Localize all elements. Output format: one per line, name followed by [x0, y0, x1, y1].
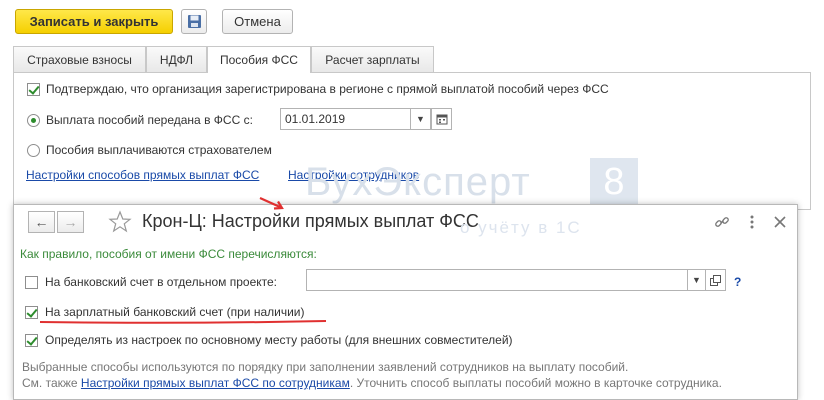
- tab-fss-benefits[interactable]: Пособия ФСС: [207, 46, 311, 73]
- open-icon: [710, 274, 721, 286]
- link-icon[interactable]: [714, 214, 730, 230]
- save-and-close-button[interactable]: Записать и закрыть: [15, 9, 173, 34]
- tab-label: Страховые взносы: [27, 52, 132, 67]
- tab-label: Пособия ФСС: [220, 53, 298, 67]
- cancel-button[interactable]: Отмена: [222, 9, 293, 34]
- option-transferred-radio[interactable]: [27, 114, 40, 127]
- watermark-digit: 8: [603, 160, 625, 203]
- watermark-logo: 8: [590, 158, 638, 206]
- bank-project-input[interactable]: [306, 269, 688, 291]
- main-workplace-checkbox[interactable]: [25, 334, 38, 347]
- red-underline-annotation: [39, 320, 327, 324]
- more-vertical-icon[interactable]: [744, 214, 760, 230]
- option-employer-label: Пособия выплачиваются страхователем: [46, 143, 272, 157]
- cancel-label: Отмена: [234, 14, 281, 29]
- note-line-2: См. также Настройки прямых выплат ФСС по…: [22, 376, 722, 390]
- tab-label: НДФЛ: [159, 52, 194, 67]
- tab-label: Расчет зарплаты: [325, 52, 420, 67]
- window-title: Крон-Ц: Настройки прямых выплат ФСС: [142, 211, 479, 231]
- transfer-date-value: 01.01.2019: [285, 112, 346, 126]
- note-line-1: Выбранные способы используются по порядк…: [22, 360, 629, 374]
- red-arrow-annotation: [259, 196, 284, 210]
- confirm-region-checkbox[interactable]: [27, 83, 40, 96]
- option-transferred-label: Выплата пособий передана в ФСС с:: [46, 113, 253, 127]
- calendar-icon: [436, 114, 447, 125]
- salary-account-checkbox[interactable]: [25, 306, 38, 319]
- option-employer-radio[interactable]: [27, 144, 40, 157]
- note-suffix: . Уточнить способ выплаты пособий можно …: [349, 376, 722, 390]
- calendar-button[interactable]: [431, 108, 452, 130]
- bank-project-label: На банковский счет в отдельном проекте:: [45, 275, 277, 289]
- bank-project-open-button[interactable]: [705, 269, 726, 291]
- star-icon[interactable]: [108, 210, 132, 234]
- chevron-down-icon: ▼: [692, 275, 701, 285]
- main-workplace-label: Определять из настроек по основному мест…: [45, 333, 513, 347]
- tab-ndfl[interactable]: НДФЛ: [146, 46, 207, 72]
- arrow-right-icon: →: [63, 214, 78, 230]
- close-icon[interactable]: [772, 214, 788, 230]
- floppy-disk-icon: [187, 15, 201, 28]
- chevron-down-icon: ▼: [416, 114, 425, 124]
- transfer-date-dropdown-button[interactable]: ▼: [410, 108, 431, 130]
- fss-settings-window: ← → Крон-Ц: Настройки прямых выплат ФСС …: [13, 204, 798, 400]
- tab-insurance-contributions[interactable]: Страховые взносы: [13, 46, 146, 72]
- tab-payroll[interactable]: Расчет зарплаты: [311, 46, 434, 72]
- save-button[interactable]: [181, 9, 207, 34]
- salary-account-label: На зарплатный банковский счет (при налич…: [45, 305, 305, 319]
- transfer-date-input[interactable]: 01.01.2019: [280, 108, 411, 130]
- help-icon[interactable]: ?: [734, 275, 741, 289]
- back-button[interactable]: ←: [28, 211, 55, 233]
- forward-button[interactable]: →: [57, 211, 84, 233]
- bank-project-checkbox[interactable]: [25, 276, 38, 289]
- payment-settings-link[interactable]: Настройки способов прямых выплат ФСС: [26, 168, 259, 182]
- watermark-subtitle: о учёту в 1С: [460, 218, 582, 237]
- note-prefix: См. также: [22, 376, 78, 390]
- intro-text: Как правило, пособия от имени ФСС перечи…: [20, 247, 317, 261]
- save-and-close-label: Записать и закрыть: [29, 14, 159, 29]
- watermark-brand: БухЭксперт: [305, 160, 531, 204]
- confirm-region-label: Подтверждаю, что организация зарегистрир…: [46, 82, 609, 96]
- bank-project-dropdown-button[interactable]: ▼: [687, 269, 706, 291]
- employee-fss-settings-link[interactable]: Настройки прямых выплат ФСС по сотрудник…: [81, 376, 350, 390]
- arrow-left-icon: ←: [34, 214, 49, 230]
